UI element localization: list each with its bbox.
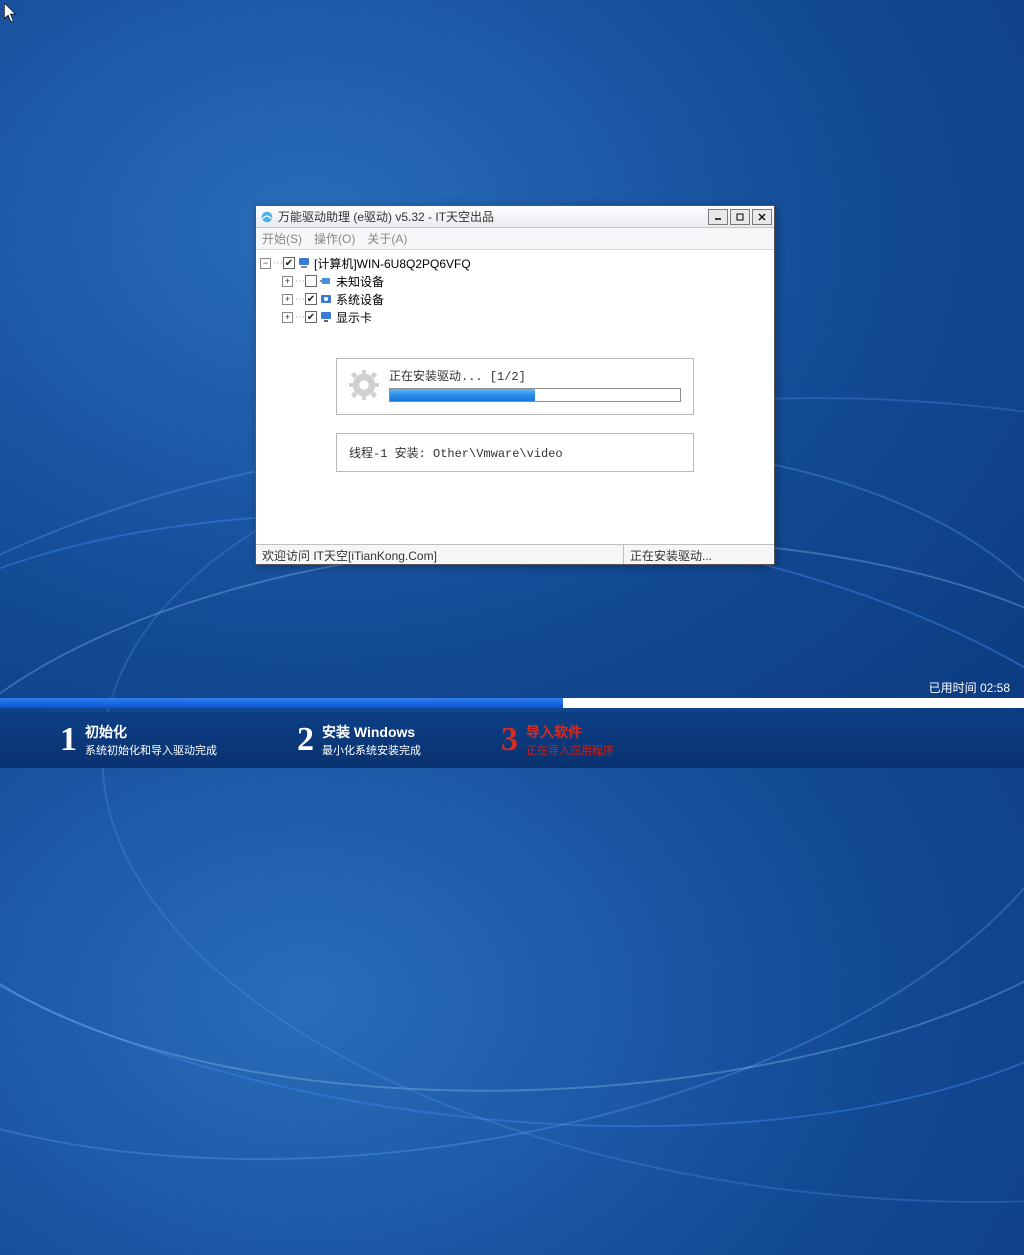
cursor-icon (3, 3, 19, 28)
progress-bar (389, 388, 681, 402)
tree-item[interactable]: +⋯ ✔ 显示卡 (260, 308, 770, 326)
step-3-active: 3 导入软件 正在导入应用程序 (501, 722, 614, 758)
step-subtitle: 最小化系统安装完成 (322, 742, 421, 758)
install-progress-fill (0, 698, 563, 708)
tree-root[interactable]: −⋯ ✔ [计算机]WIN-6U8Q2PQ6VFQ (260, 254, 770, 272)
statusbar: 欢迎访问 IT天空[iTianKong.Com] 正在安装驱动... (256, 544, 774, 564)
expand-icon[interactable]: + (282, 312, 293, 323)
collapse-icon[interactable]: − (260, 258, 271, 269)
window-title: 万能驱动助理 (e驱动) v5.32 - IT天空出品 (278, 208, 706, 225)
step-title: 导入软件 (526, 722, 614, 742)
step-number: 1 (60, 723, 77, 757)
status-left: 欢迎访问 IT天空[iTianKong.Com] (256, 545, 624, 564)
expand-icon[interactable]: + (282, 294, 293, 305)
menu-operate[interactable]: 操作(O) (314, 230, 355, 247)
device-icon (319, 274, 333, 288)
checkbox[interactable] (305, 275, 317, 287)
tree-item[interactable]: +⋯ ✔ 系统设备 (260, 290, 770, 308)
titlebar[interactable]: 万能驱动助理 (e驱动) v5.32 - IT天空出品 (256, 206, 774, 228)
close-button[interactable] (752, 209, 772, 225)
progress-label: 正在安装驱动... [1/2] (389, 367, 681, 384)
step-title: 初始化 (85, 722, 217, 742)
checkbox[interactable]: ✔ (305, 293, 317, 305)
minimize-button[interactable] (708, 209, 728, 225)
maximize-button[interactable] (730, 209, 750, 225)
step-1: 1 初始化 系统初始化和导入驱动完成 (60, 722, 217, 758)
step-number: 2 (297, 723, 314, 757)
thread-status: 线程-1 安装: Other\Vmware\video (336, 433, 694, 472)
progress-panel: 正在安装驱动... [1/2] (336, 358, 694, 415)
gear-icon (349, 370, 379, 400)
progress-fill (390, 389, 535, 401)
tree-label: 显示卡 (336, 309, 372, 326)
display-icon (319, 310, 333, 324)
install-progress-track (0, 698, 1024, 708)
computer-icon (297, 256, 311, 270)
tree-label: 系统设备 (336, 291, 384, 308)
tree-item[interactable]: +⋯ 未知设备 (260, 272, 770, 290)
install-steps: 1 初始化 系统初始化和导入驱动完成 2 安装 Windows 最小化系统安装完… (0, 712, 1024, 768)
step-number: 3 (501, 723, 518, 757)
status-right: 正在安装驱动... (624, 545, 774, 564)
checkbox[interactable]: ✔ (283, 257, 295, 269)
expand-icon[interactable]: + (282, 276, 293, 287)
menu-start[interactable]: 开始(S) (262, 230, 302, 247)
tree-label: 未知设备 (336, 273, 384, 290)
app-icon (260, 210, 274, 224)
step-2: 2 安装 Windows 最小化系统安装完成 (297, 722, 421, 758)
menubar: 开始(S) 操作(O) 关于(A) (256, 228, 774, 250)
step-subtitle: 系统初始化和导入驱动完成 (85, 742, 217, 758)
device-icon (319, 292, 333, 306)
checkbox[interactable]: ✔ (305, 311, 317, 323)
driver-installer-window: 万能驱动助理 (e驱动) v5.32 - IT天空出品 开始(S) 操作(O) … (255, 205, 775, 565)
step-subtitle: 正在导入应用程序 (526, 742, 614, 758)
device-tree: −⋯ ✔ [计算机]WIN-6U8Q2PQ6VFQ +⋯ 未知设备 +⋯ ✔ 系… (256, 250, 774, 328)
tree-label: [计算机]WIN-6U8Q2PQ6VFQ (314, 255, 471, 272)
elapsed-time: 已用时间 02:58 (929, 679, 1010, 696)
menu-about[interactable]: 关于(A) (367, 230, 407, 247)
step-title: 安装 Windows (322, 722, 421, 742)
